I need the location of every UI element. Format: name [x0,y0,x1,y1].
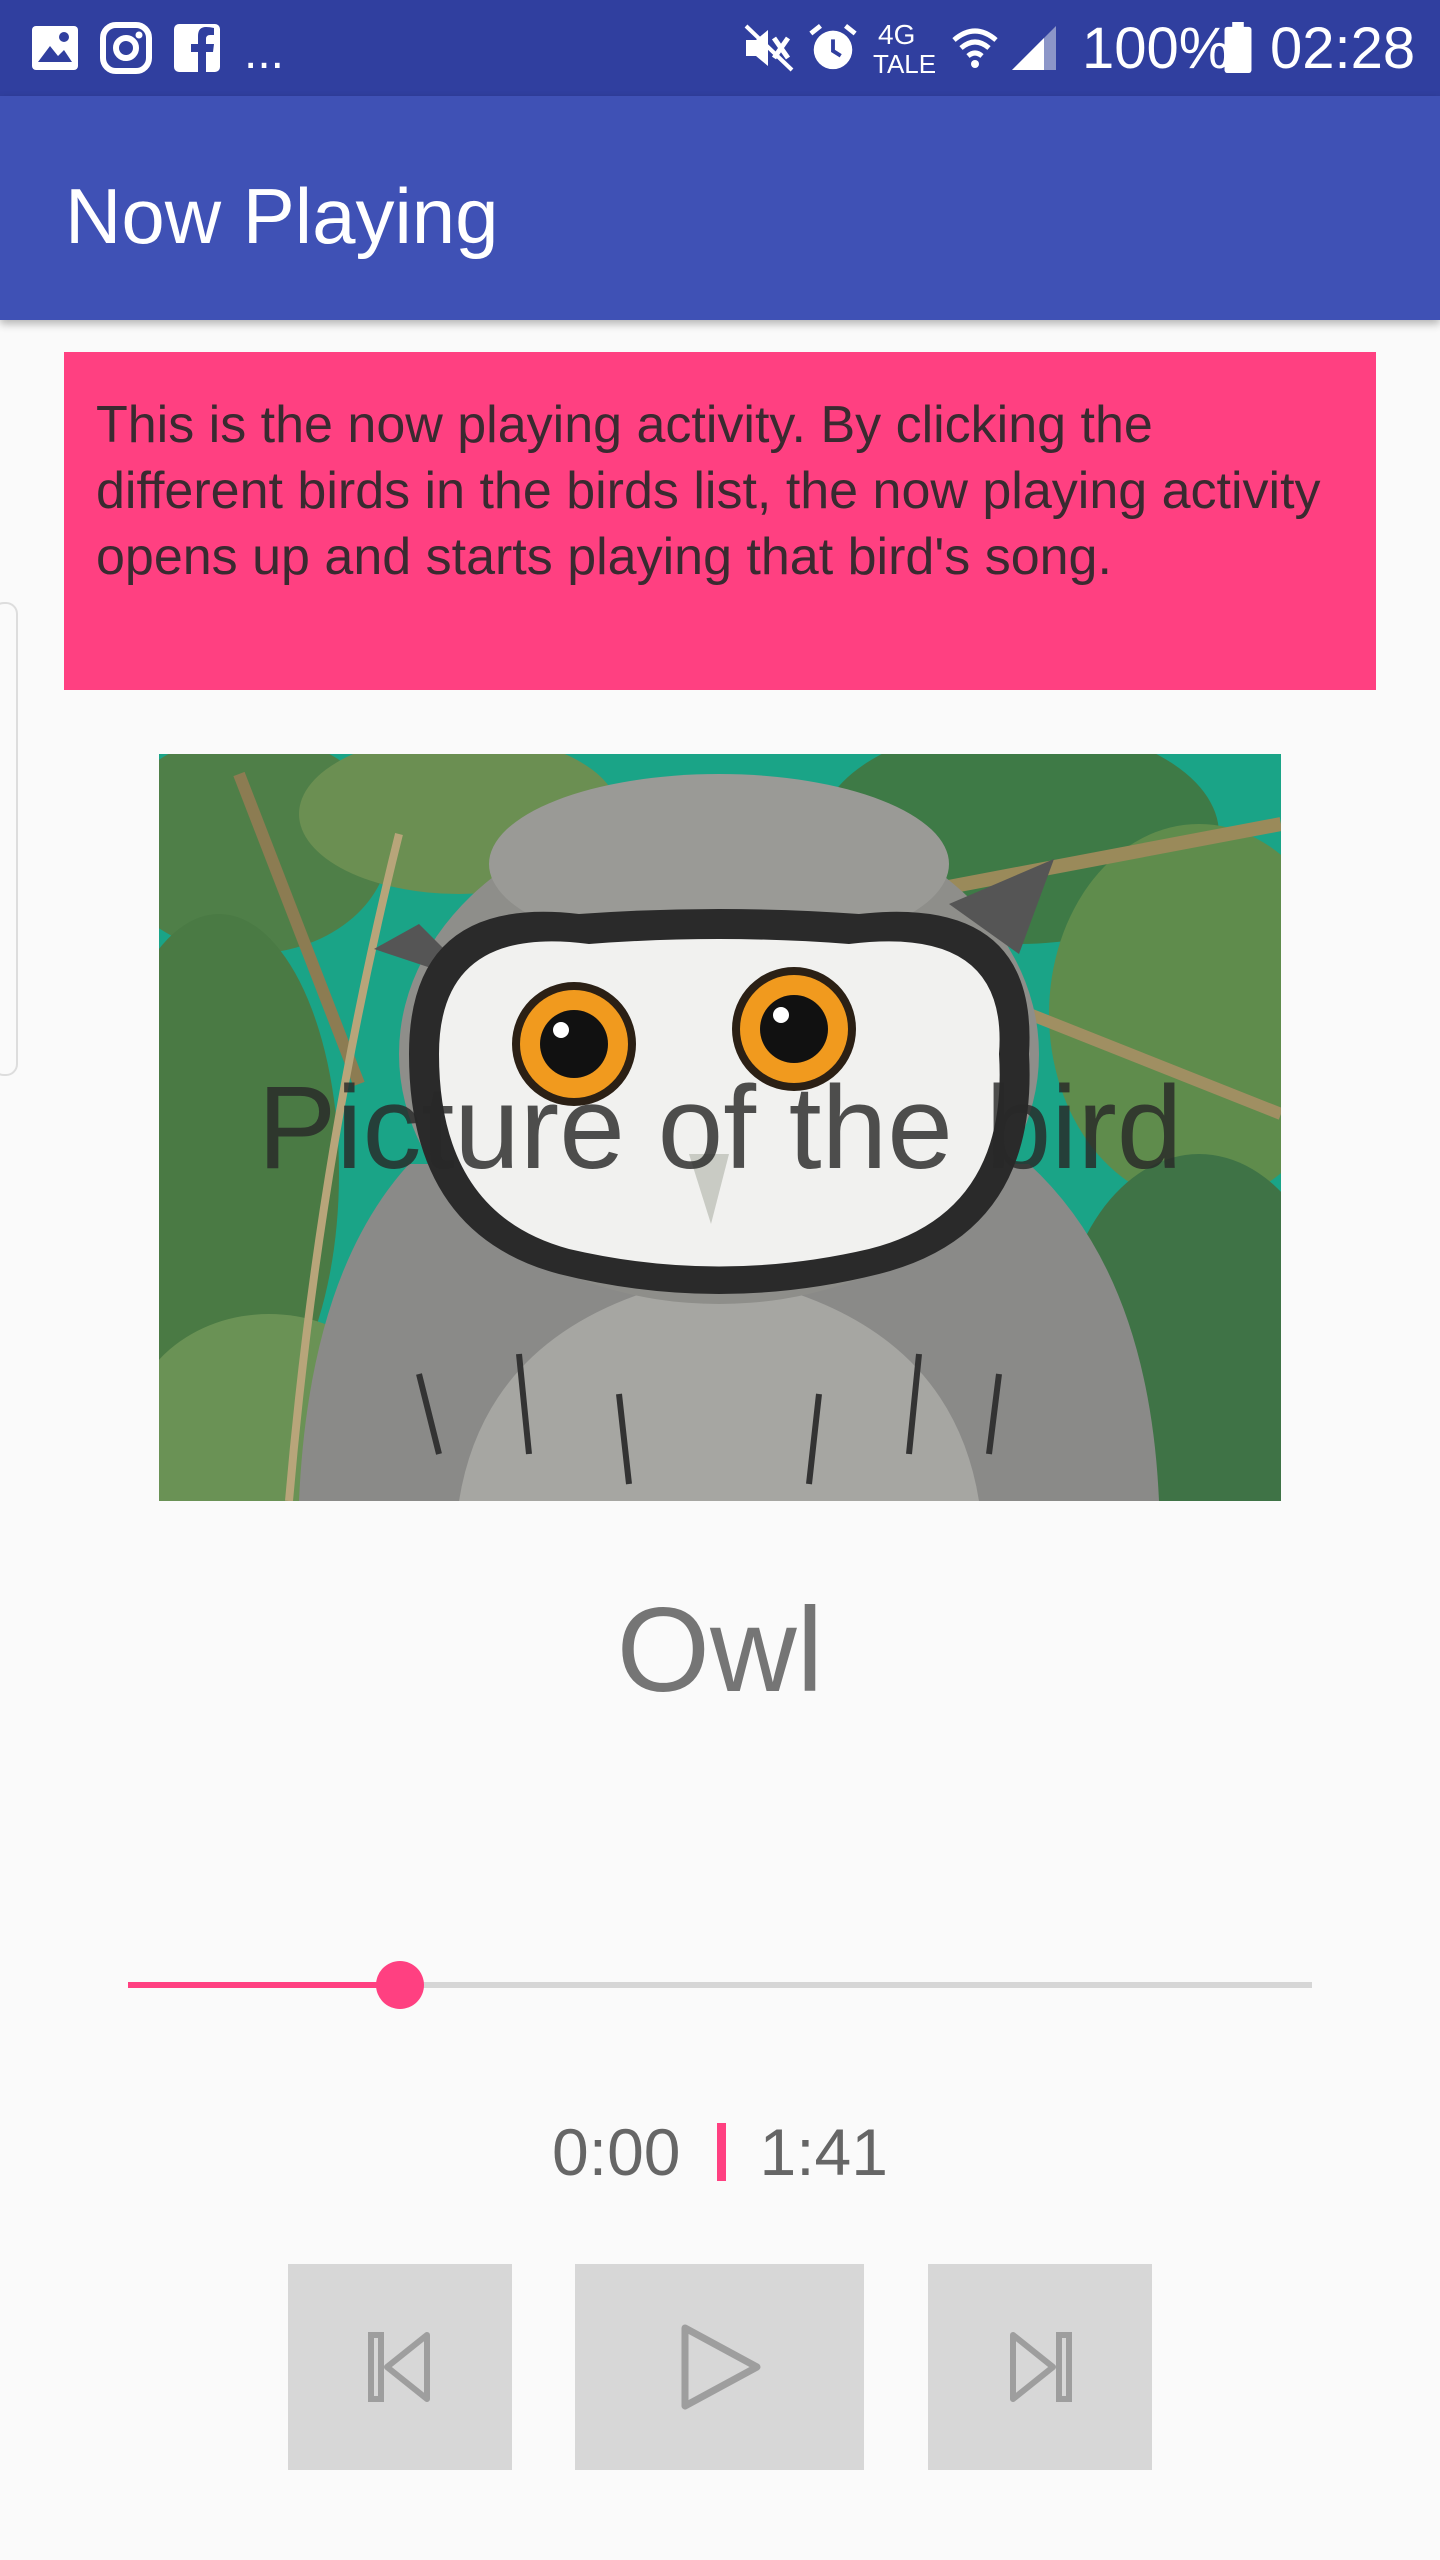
info-card: This is the now playing activity. By cli… [64,352,1376,690]
next-icon [1010,2332,1072,2402]
signal-icon [1012,26,1056,70]
instagram-icon [100,22,152,74]
app-bar: Now Playing [0,96,1440,320]
alarm-icon [809,23,857,70]
clock: 02:28 [1270,16,1416,81]
seek-thumb[interactable] [376,1961,425,2009]
current-time: 0:00 [552,2115,681,2189]
battery-icon [1224,22,1252,74]
total-time: 1:41 [759,2115,888,2189]
play-icon [681,2324,760,2410]
bird-picture: Picture of the bird [159,754,1281,1501]
seek-bar[interactable] [128,1960,1312,2010]
battery-percent: 100% [1082,16,1231,81]
edge-panel-handle[interactable] [0,602,18,1076]
picture-caption: Picture of the bird [257,1061,1183,1194]
gallery-icon [32,26,78,70]
status-more-indicator: ... [244,26,285,79]
wifi-icon [952,28,998,68]
time-separator [716,2123,726,2181]
info-text: This is the now playing activity. By cli… [96,396,1321,586]
seek-progress [128,1982,401,1988]
next-button[interactable] [928,2264,1152,2470]
play-button[interactable] [575,2264,864,2470]
carrier-label: TALE [873,49,937,79]
bird-name: Owl [616,1583,824,1717]
previous-icon [368,2332,430,2402]
previous-button[interactable] [288,2264,512,2470]
facebook-icon [174,24,220,72]
time-row: 0:00 1:41 [0,2114,1440,2190]
page-title: Now Playing [65,172,499,260]
mute-icon [744,24,794,72]
network-type: 4G [878,19,916,50]
status-bar: ... 4G TALE 100% 02:28 [0,0,1440,96]
